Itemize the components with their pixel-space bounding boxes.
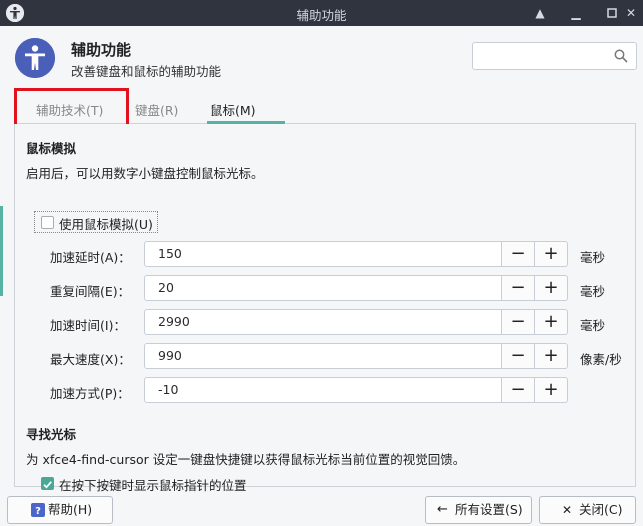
- decrease-button[interactable]: −: [502, 275, 535, 301]
- repeat-interval-label: 重复间隔(E)：: [50, 284, 131, 299]
- restore-icon[interactable]: [603, 4, 621, 22]
- mouse-emulation-description: 启用后，可以用数字小键盘控制鼠标光标。: [26, 166, 264, 181]
- acceleration-profile-label: 加速方式(P)：: [50, 386, 130, 401]
- show-pointer-checkbox[interactable]: [41, 477, 54, 490]
- acceleration-time-label: 加速时间(I)：: [50, 318, 126, 333]
- increase-button[interactable]: +: [535, 275, 568, 301]
- max-speed-unit: 像素/秒: [580, 352, 622, 367]
- close-window-icon[interactable]: ✕: [622, 4, 640, 22]
- increase-button[interactable]: +: [535, 309, 568, 335]
- settings-window: 辅助功能 改善键盘和鼠标的辅助功能 辅助技术(T) 键盘(R) 鼠标(M) 鼠标…: [0, 26, 643, 526]
- page-title: 辅助功能: [71, 41, 132, 59]
- checkmark-icon: [43, 481, 52, 489]
- enable-mouse-emulation-checkbox[interactable]: [41, 216, 54, 229]
- decrease-button[interactable]: −: [502, 241, 535, 267]
- acceleration-time-input[interactable]: 2990: [144, 309, 502, 335]
- title-bar: 辅助功能 ▲ ▁ ✕: [0, 0, 643, 26]
- close-button[interactable]: ✕ 关闭(C): [539, 496, 636, 524]
- find-cursor-title: 寻找光标: [26, 427, 77, 442]
- minimize-icon[interactable]: ▁: [567, 4, 585, 22]
- increase-button[interactable]: +: [535, 343, 568, 369]
- increase-button[interactable]: +: [535, 377, 568, 403]
- repeat-interval-spinner: 20 − +: [144, 275, 568, 301]
- close-icon: ✕: [562, 503, 573, 517]
- search-icon: [614, 49, 628, 63]
- acceleration-delay-spinner: 150 − +: [144, 241, 568, 267]
- mouse-emulation-title: 鼠标模拟: [26, 141, 77, 156]
- acceleration-delay-label: 加速延时(A)：: [50, 250, 131, 265]
- help-button-label: 帮助(H): [48, 502, 93, 517]
- left-accent-bar: [0, 206, 3, 296]
- find-cursor-description: 为 xfce4-find-cursor 设定一键盘快捷键以获得鼠标光标当前位置的…: [26, 452, 466, 467]
- increase-button[interactable]: +: [535, 241, 568, 267]
- svg-text:?: ?: [35, 506, 41, 517]
- decrease-button[interactable]: −: [502, 343, 535, 369]
- help-icon: ?: [31, 503, 45, 517]
- page-subtitle: 改善键盘和鼠标的辅助功能: [71, 64, 222, 79]
- all-settings-button[interactable]: ← 所有设置(S): [425, 496, 532, 524]
- tab-keyboard[interactable]: 键盘(R): [135, 100, 178, 119]
- acceleration-delay-unit: 毫秒: [580, 250, 606, 265]
- help-button[interactable]: ? 帮助(H): [7, 496, 113, 524]
- acceleration-profile-input[interactable]: -10: [144, 377, 502, 403]
- close-button-label: 关闭(C): [579, 502, 623, 517]
- acceleration-time-unit: 毫秒: [580, 318, 606, 333]
- repeat-interval-input[interactable]: 20: [144, 275, 502, 301]
- decrease-button[interactable]: −: [502, 377, 535, 403]
- accessibility-icon: [15, 38, 55, 78]
- acceleration-profile-spinner: -10 − +: [144, 377, 568, 403]
- decrease-button[interactable]: −: [502, 309, 535, 335]
- max-speed-input[interactable]: 990: [144, 343, 502, 369]
- acceleration-time-spinner: 2990 − +: [144, 309, 568, 335]
- arrow-left-icon: ←: [437, 502, 448, 517]
- repeat-interval-unit: 毫秒: [580, 284, 606, 299]
- search-input[interactable]: [472, 42, 637, 70]
- show-pointer-label[interactable]: 在按下按键时显示鼠标指针的位置: [59, 475, 247, 494]
- all-settings-label: 所有设置(S): [455, 502, 523, 517]
- enable-mouse-emulation-label[interactable]: 使用鼠标模拟(U): [59, 214, 153, 233]
- maximize-up-icon[interactable]: ▲: [531, 4, 549, 22]
- max-speed-spinner: 990 − +: [144, 343, 568, 369]
- tab-mouse[interactable]: 鼠标(M): [210, 100, 256, 119]
- max-speed-label: 最大速度(X)：: [50, 352, 131, 367]
- acceleration-delay-input[interactable]: 150: [144, 241, 502, 267]
